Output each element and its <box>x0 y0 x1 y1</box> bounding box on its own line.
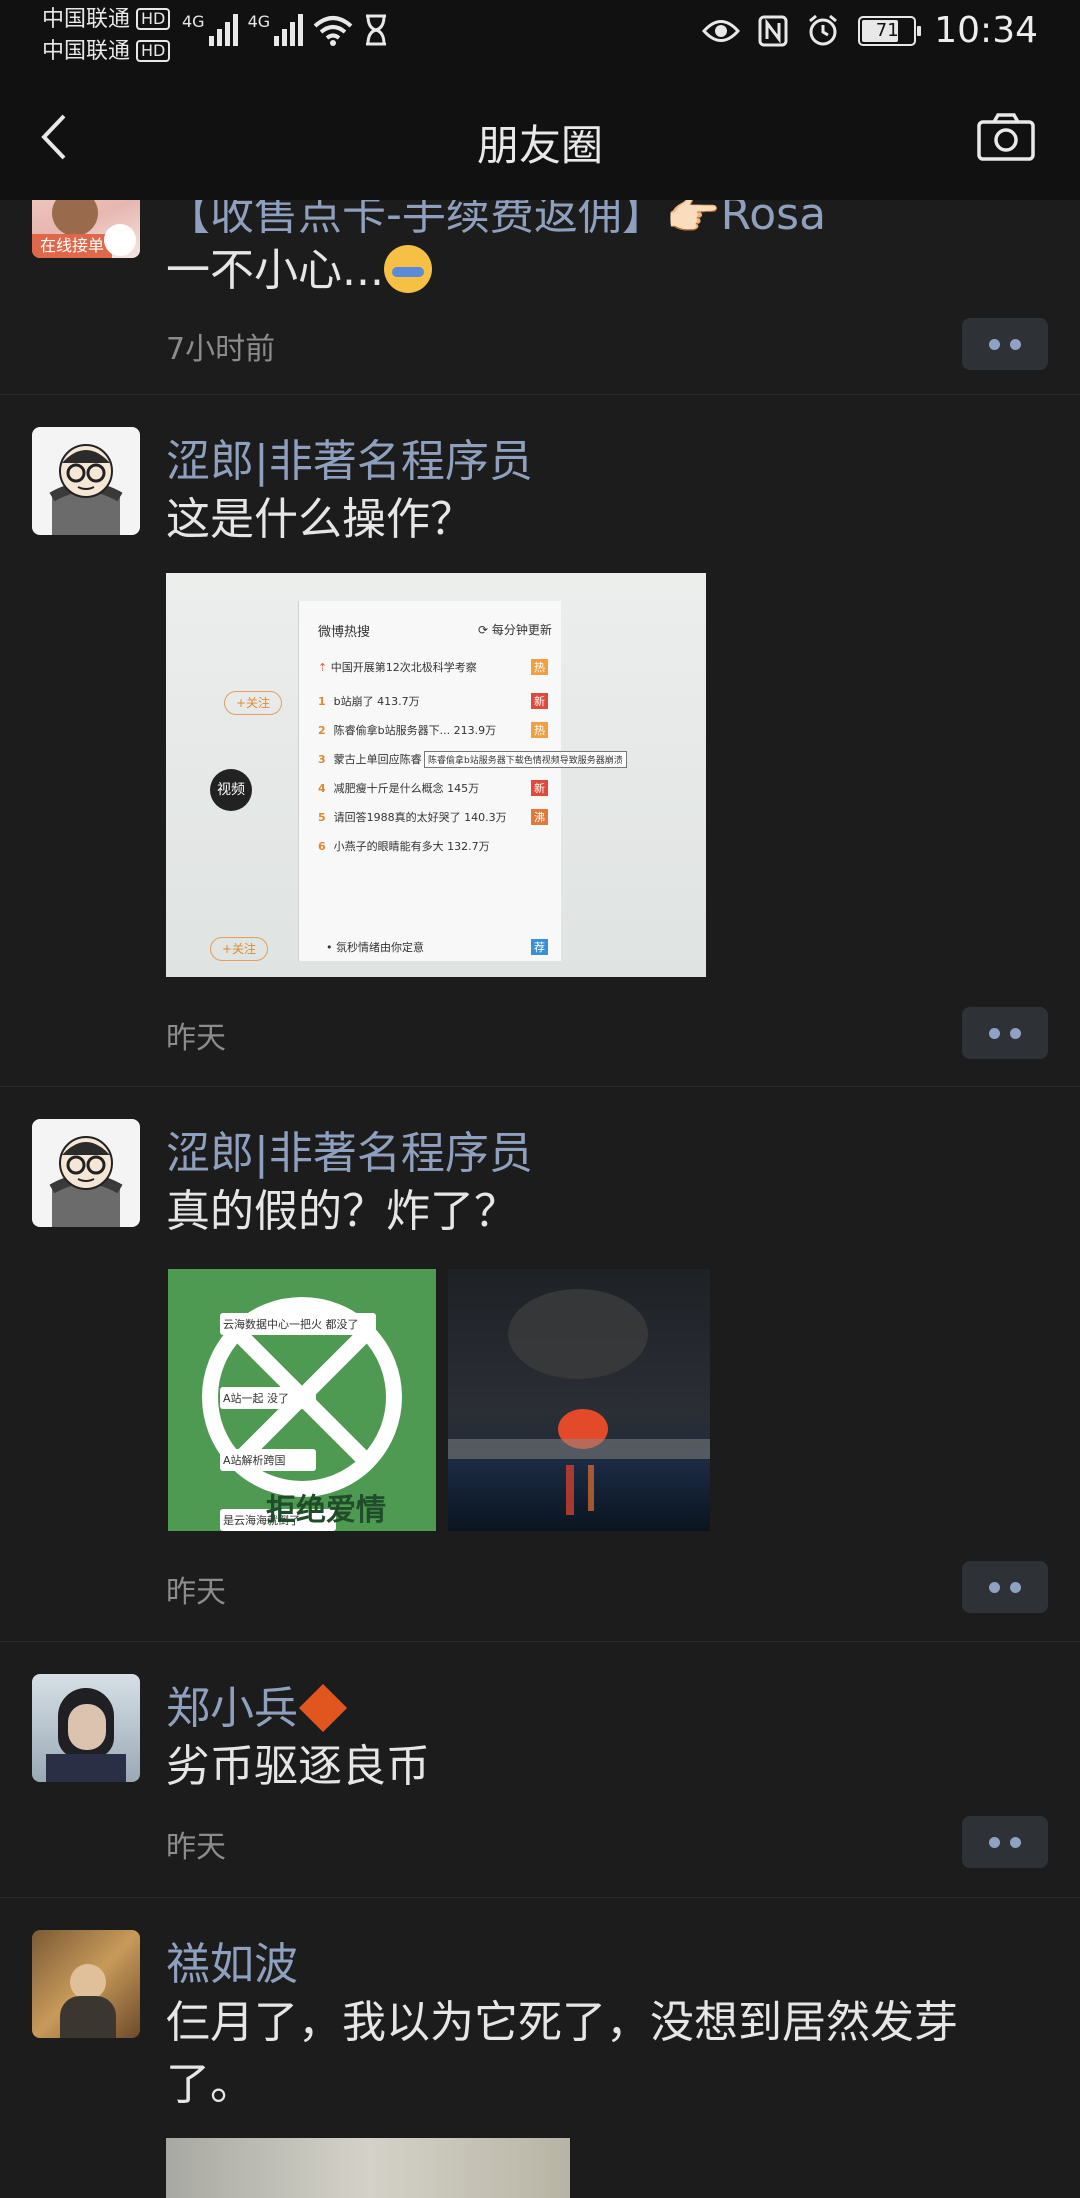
status-bar: 中国联通 HD 中国联通 HD 4G 4G 71 10:34 <box>0 0 1080 72</box>
avatar[interactable] <box>32 1119 140 1227</box>
post-photo[interactable]: 云海数据中心一把火 都没了 A站一起 没了 A站解析跨国 是云海海就倒了 拒绝爱… <box>168 1269 436 1531</box>
post-author[interactable]: 涩郎|非著名程序员 <box>166 1117 533 1181</box>
post-text: 仨月了，我以为它死了，没想到居然发芽了。 <box>166 1997 958 2110</box>
carrier-1: 中国联通 HD <box>42 4 171 36</box>
carrier-2: 中国联通 HD <box>42 36 171 68</box>
signal-indicators: 4G 4G <box>182 12 389 46</box>
moments-feed[interactable]: 在线接单 【收售点卡-手续费返佣】👉🏻Rosa 一不小心... 7小时前 涩郎|… <box>0 150 1080 2198</box>
avatar[interactable] <box>32 427 140 535</box>
post-photo[interactable]: 微博热搜 ⟳ 每分钟更新 +关注 视频 +关注 ⇡ 中国开展第12次北极科学考察… <box>166 573 706 977</box>
hourglass-icon <box>366 14 387 46</box>
hot-search-row: 4 减肥瘦十斤是什么概念 145万新 <box>318 780 548 796</box>
hot-search-row: 1 b站崩了 413.7万新 <box>318 693 548 709</box>
post: 禚如波 仨月了，我以为它死了，没想到居然发芽了。 <box>0 1898 1080 2198</box>
more-actions-button[interactable] <box>962 1561 1048 1613</box>
post-author[interactable]: 涩郎|非著名程序员 <box>166 425 533 489</box>
more-actions-button[interactable] <box>962 318 1048 370</box>
post-photo[interactable] <box>166 2138 570 2198</box>
clock: 10:34 <box>934 10 1038 51</box>
post: 涩郎|非著名程序员 真的假的？炸了？ 云海数据中心一把火 都没了 A站一起 没了… <box>0 1087 1080 1642</box>
cartoon-avatar-icon <box>49 444 123 535</box>
camera-button[interactable] <box>976 112 1036 162</box>
nfc-icon <box>758 15 788 46</box>
post: 郑小兵 劣币驱逐良币 昨天 <box>0 1642 1080 1898</box>
eye-icon <box>702 19 741 42</box>
post-text: 劣币驱逐良币 <box>166 1741 430 1792</box>
post-text: 真的假的？炸了？ <box>166 1186 518 1237</box>
hot-search-row: 2 陈睿偷拿b站服务器下... 213.9万热 <box>318 722 548 738</box>
post-photo[interactable] <box>448 1269 710 1531</box>
avatar-badge: 在线接单 <box>32 234 112 258</box>
post: 在线接单 【收售点卡-手续费返佣】👉🏻Rosa 一不小心... 7小时前 <box>0 150 1080 395</box>
post-text: 这是什么操作？ <box>166 494 474 545</box>
signal-bars-icon <box>208 12 238 46</box>
fu-badge-icon <box>298 1683 348 1733</box>
hot-search-row: 6 小燕子的眼睛能有多大 132.7万 <box>318 840 490 853</box>
avatar[interactable] <box>32 1930 140 2038</box>
wifi-icon <box>313 16 353 46</box>
hot-search-row: 5 请回答1988真的太好哭了 140.3万沸 <box>318 809 548 825</box>
signal-bars-icon <box>274 12 304 46</box>
more-actions-button[interactable] <box>962 1816 1048 1868</box>
more-actions-button[interactable] <box>962 1007 1048 1059</box>
battery-icon: 71 <box>858 15 922 46</box>
page-title: 朋友圈 <box>476 121 603 170</box>
camera-icon <box>977 113 1035 161</box>
post-time: 昨天 <box>166 1830 226 1865</box>
cartoon-avatar-icon <box>49 1136 123 1227</box>
avatar[interactable] <box>32 1674 140 1782</box>
nav-bar: 朋友圈 <box>0 72 1080 200</box>
post-time: 昨天 <box>166 1575 226 1610</box>
crying-emoji-icon <box>383 245 432 293</box>
post-author[interactable]: 禚如波 <box>166 1928 298 1992</box>
post: 涩郎|非著名程序员 这是什么操作？ 微博热搜 ⟳ 每分钟更新 +关注 视频 +关… <box>0 395 1080 1087</box>
post-text: 一不小心... <box>166 240 1026 302</box>
post-author[interactable]: 郑小兵 <box>166 1672 348 1736</box>
alarm-icon <box>809 14 838 45</box>
post-time: 昨天 <box>166 1021 226 1056</box>
post-time: 7小时前 <box>166 332 276 367</box>
